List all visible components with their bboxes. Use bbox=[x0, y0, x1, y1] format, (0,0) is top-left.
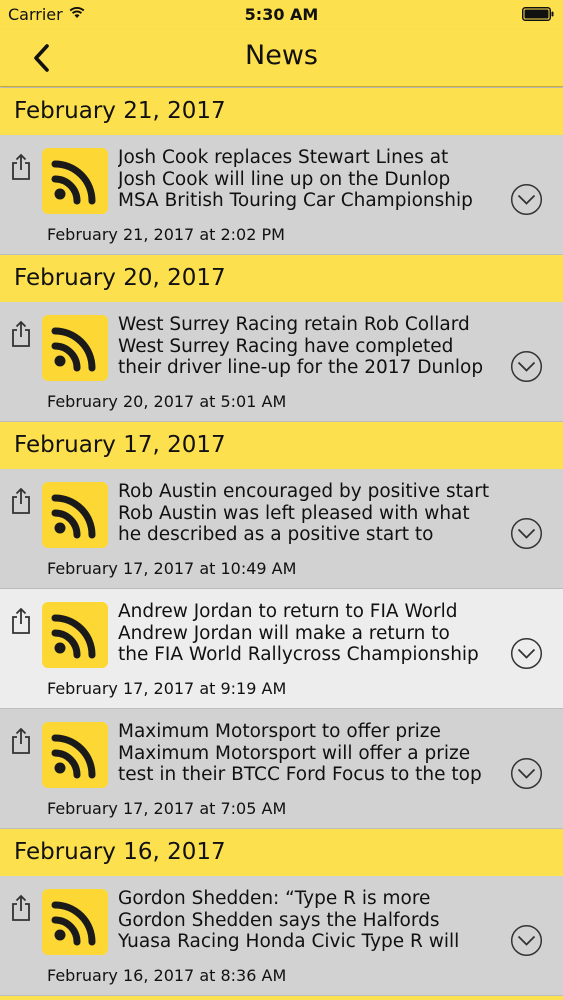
news-timestamp: February 17, 2017 at 9:19 AM bbox=[47, 679, 287, 698]
news-item[interactable]: Rob Austin encouraged by positive start … bbox=[0, 469, 563, 589]
chevron-down-icon[interactable] bbox=[510, 517, 543, 550]
news-item[interactable]: West Surrey Racing retain Rob Collard We… bbox=[0, 302, 563, 422]
section-header: February 20, 2017 bbox=[0, 255, 563, 302]
headline-summary-line: the FIA World Rallycross Championship bbox=[118, 644, 479, 665]
headline-summary-line: Yuasa Racing Honda Civic Type R will bbox=[118, 931, 460, 952]
share-icon[interactable] bbox=[10, 894, 32, 922]
headline-summary-line: Gordon Shedden says the Halfords bbox=[118, 909, 440, 931]
headline-title: Andrew Jordan to return to FIA World bbox=[118, 601, 458, 622]
chevron-down-icon[interactable] bbox=[510, 183, 543, 216]
section-header: February 21, 2017 bbox=[0, 88, 563, 135]
news-timestamp: February 17, 2017 at 10:49 AM bbox=[47, 559, 297, 578]
headline-title: Maximum Motorsport to offer prize bbox=[118, 721, 441, 742]
news-timestamp: February 16, 2017 at 8:36 AM bbox=[47, 966, 287, 985]
section-header: February 16, 2017 bbox=[0, 829, 563, 876]
news-headline: West Surrey Racing retain Rob Collard We… bbox=[118, 314, 503, 379]
headline-summary-line: MSA British Touring Car Championship bbox=[118, 190, 473, 211]
headline-summary-line: test in their BTCC Ford Focus to the top bbox=[118, 764, 482, 785]
chevron-down-icon[interactable] bbox=[510, 924, 543, 957]
headline-summary-line: Maximum Motorsport will offer a prize bbox=[118, 742, 471, 764]
rss-thumbnail bbox=[42, 315, 108, 381]
section-header: February 17, 2017 bbox=[0, 422, 563, 469]
rss-thumbnail bbox=[42, 602, 108, 668]
share-icon[interactable] bbox=[10, 320, 32, 348]
page-title: News bbox=[245, 40, 318, 71]
headline-summary-line: Andrew Jordan will make a return to bbox=[118, 622, 450, 644]
navigation-bar: News bbox=[0, 30, 563, 87]
rss-thumbnail bbox=[42, 722, 108, 788]
rss-icon bbox=[51, 160, 96, 205]
next-section-header-edge bbox=[0, 996, 563, 1000]
chevron-down-icon[interactable] bbox=[510, 637, 543, 670]
chevron-down-icon[interactable] bbox=[510, 350, 543, 383]
headline-summary-line: Rob Austin was left pleased with what bbox=[118, 502, 470, 524]
share-icon[interactable] bbox=[10, 727, 32, 755]
news-item[interactable]: Gordon Shedden: “Type R is more Gordon S… bbox=[0, 876, 563, 996]
clock: 5:30 AM bbox=[244, 5, 319, 24]
status-bar: Carrier 5:30 AM bbox=[0, 0, 563, 30]
battery-icon bbox=[522, 7, 554, 21]
share-icon[interactable] bbox=[10, 487, 32, 515]
rss-thumbnail bbox=[42, 482, 108, 548]
rss-icon bbox=[51, 614, 96, 659]
share-icon[interactable] bbox=[10, 153, 32, 181]
news-item[interactable]: Maximum Motorsport to offer prize Maximu… bbox=[0, 709, 563, 829]
news-headline: Josh Cook replaces Stewart Lines at Josh… bbox=[118, 147, 503, 212]
news-item[interactable]: Josh Cook replaces Stewart Lines at Josh… bbox=[0, 135, 563, 255]
rss-thumbnail bbox=[42, 889, 108, 955]
news-timestamp: February 20, 2017 at 5:01 AM bbox=[47, 392, 287, 411]
headline-title: West Surrey Racing retain Rob Collard bbox=[118, 314, 470, 335]
share-icon[interactable] bbox=[10, 607, 32, 635]
headline-title: Rob Austin encouraged by positive start bbox=[118, 481, 490, 502]
news-item[interactable]: Andrew Jordan to return to FIA World And… bbox=[0, 589, 563, 709]
headline-summary-line: West Surrey Racing have completed bbox=[118, 335, 454, 357]
rss-icon bbox=[51, 734, 96, 779]
rss-icon bbox=[51, 327, 96, 372]
rss-icon bbox=[51, 494, 96, 539]
news-headline: Maximum Motorsport to offer prize Maximu… bbox=[118, 721, 503, 786]
headline-title: Josh Cook replaces Stewart Lines at bbox=[118, 147, 449, 168]
news-headline: Rob Austin encouraged by positive start … bbox=[118, 481, 503, 546]
rss-icon bbox=[51, 901, 96, 946]
headline-summary-line: their driver line-up for the 2017 Dunlop bbox=[118, 357, 484, 378]
news-timestamp: February 21, 2017 at 2:02 PM bbox=[47, 225, 285, 244]
headline-title: Gordon Shedden: “Type R is more bbox=[118, 888, 431, 909]
chevron-down-icon[interactable] bbox=[510, 757, 543, 790]
news-headline: Andrew Jordan to return to FIA World And… bbox=[118, 601, 503, 666]
headline-summary-line: Josh Cook will line up on the Dunlop bbox=[118, 168, 451, 190]
headline-summary-line: he described as a positive start to bbox=[118, 524, 434, 545]
rss-thumbnail bbox=[42, 148, 108, 214]
news-headline: Gordon Shedden: “Type R is more Gordon S… bbox=[118, 888, 503, 953]
news-timestamp: February 17, 2017 at 7:05 AM bbox=[47, 799, 287, 818]
